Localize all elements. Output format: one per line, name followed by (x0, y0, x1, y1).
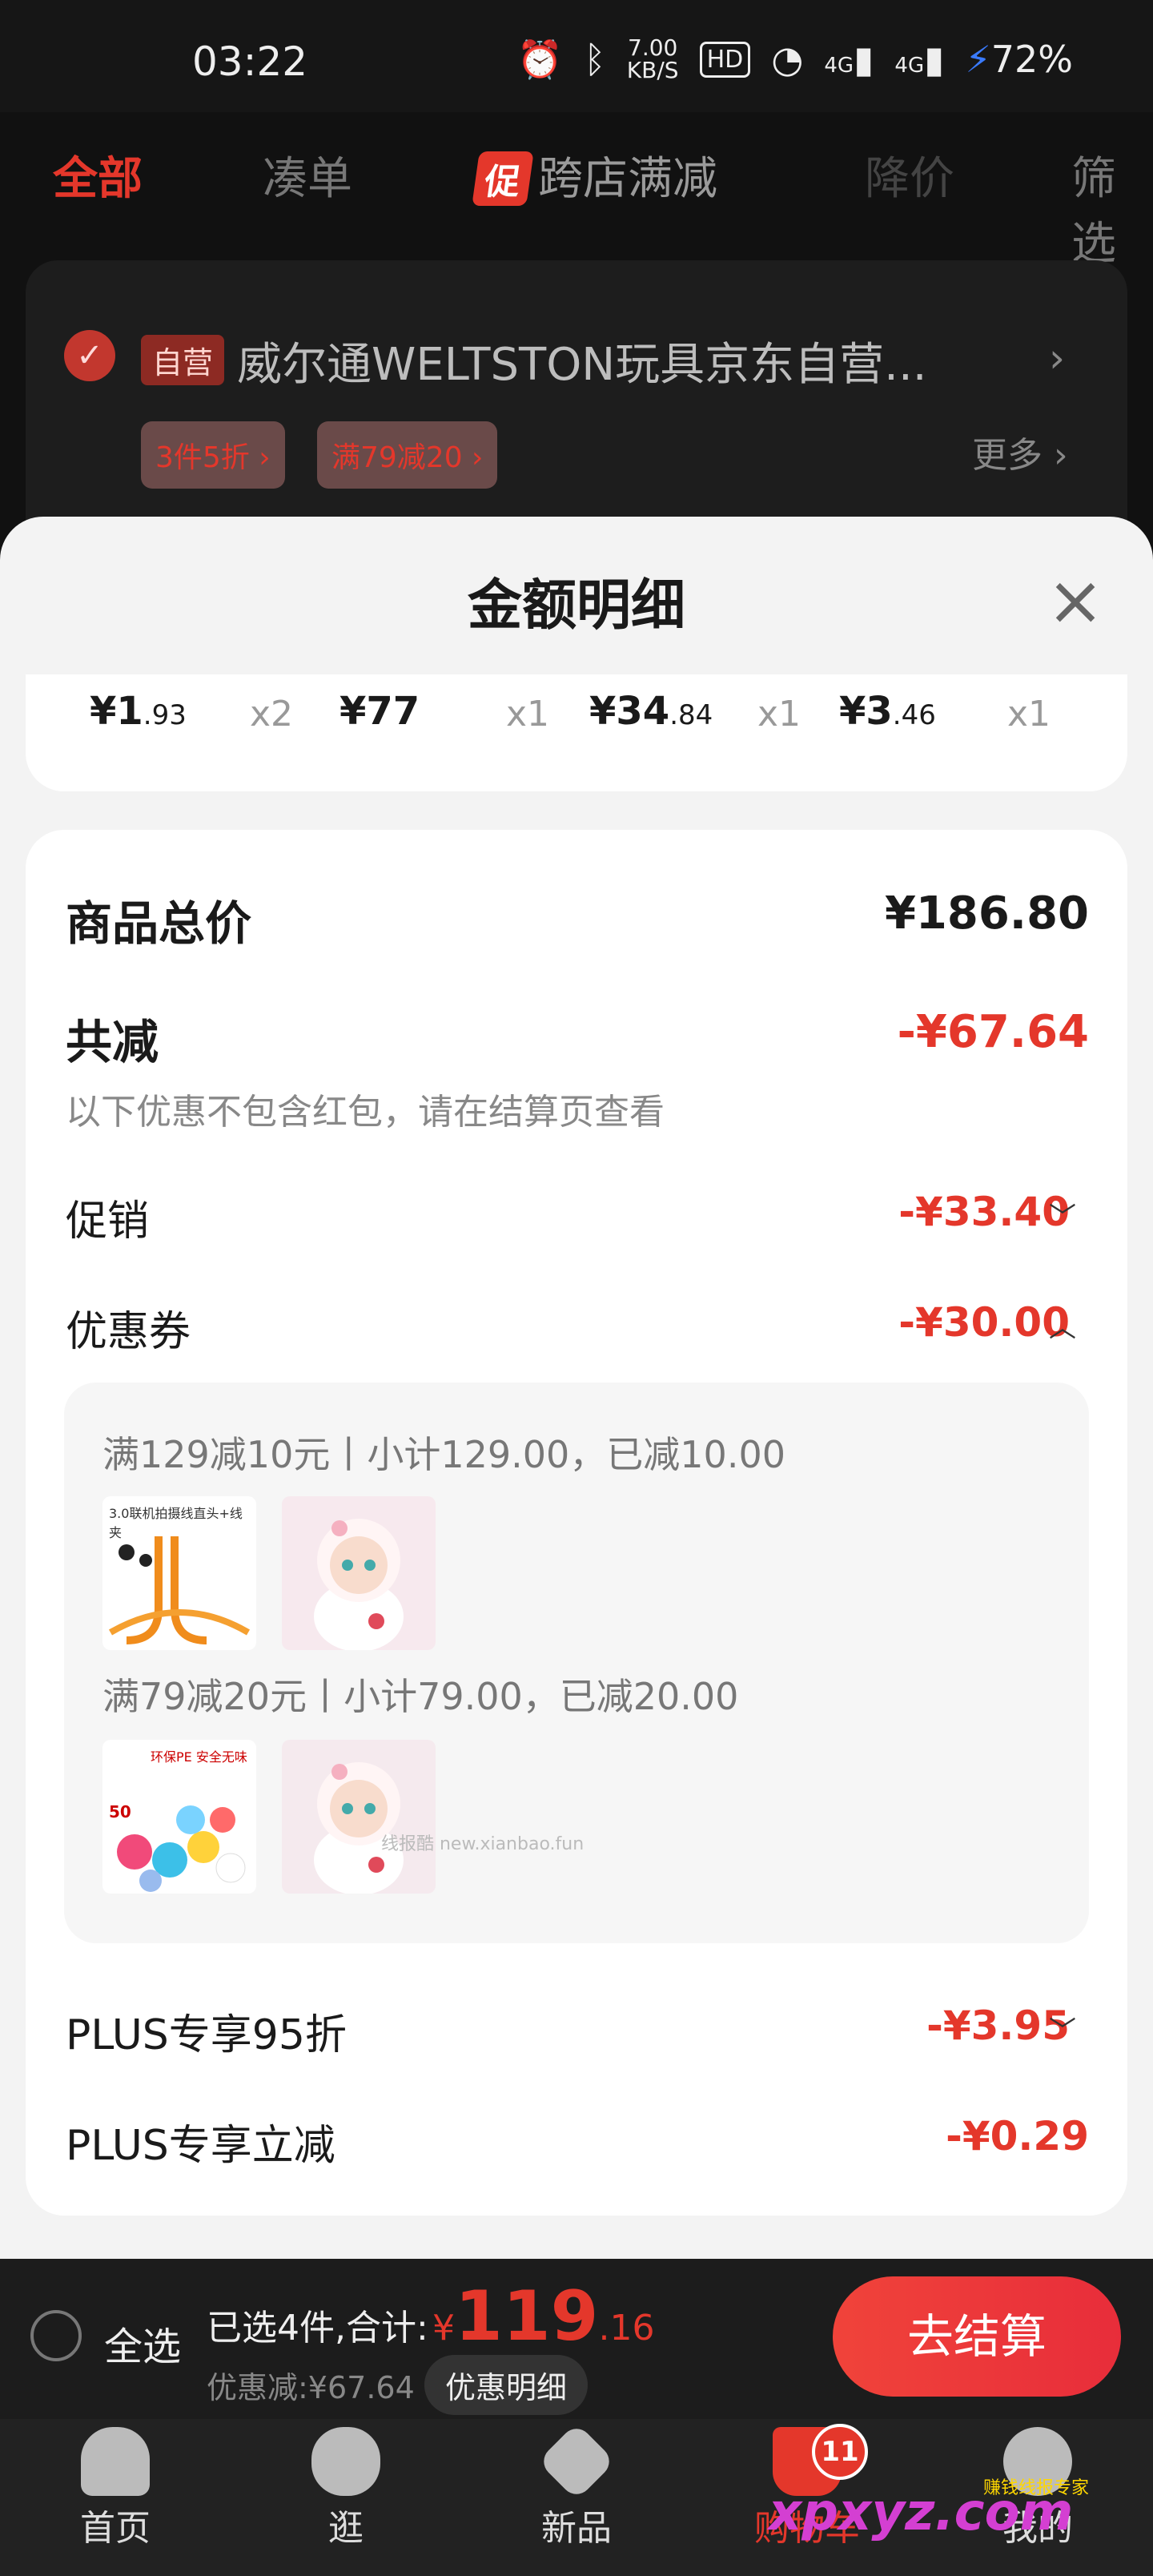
store-name[interactable]: 威尔通WELTSTON玩具京东自营... (237, 328, 1038, 393)
chevron-up-icon[interactable]: ︿ (1049, 1306, 1076, 1345)
nav-home-label: 首页 (80, 2508, 151, 2549)
reduce-note: 以下优惠不包含红包，请在结算页查看 (66, 1092, 665, 1133)
store-check-icon[interactable]: ✓ (64, 330, 115, 381)
charging-icon: ⚡ (965, 38, 991, 81)
signal-icon-1: 4G▮ (824, 38, 874, 81)
item-qty: x1 (506, 694, 550, 735)
product-thumb-figure-2[interactable] (282, 1740, 436, 1894)
self-operated-badge: 自营 (141, 335, 225, 385)
battery: ⚡72% (965, 38, 1073, 81)
item-qty: x1 (757, 694, 801, 735)
product-thumb-balls[interactable]: 环保PE 安全无味 50 (102, 1740, 256, 1894)
alarm-icon: ⏰ (516, 37, 564, 81)
filter-tabs: 全部 凑单 促跨店满减 降价 筛选 (0, 112, 1153, 270)
tab-price-drop[interactable]: 降价 (865, 143, 954, 207)
grand-total: ¥119.16 (432, 2276, 655, 2357)
cube-icon (537, 2422, 616, 2501)
nav-new[interactable]: 新品 (512, 2422, 641, 2550)
product-thumb-cable[interactable]: 3.0联机拍摄线直头+线夹 (102, 1496, 256, 1650)
nav-browse-label: 逛 (328, 2508, 364, 2549)
watermark-tag: 赚钱线报专家 (983, 2478, 1090, 2498)
chevron-down-icon[interactable]: ﹀ (1049, 2009, 1076, 2048)
coupon-line: 满79减20元丨小计79.00，已减20.00 (102, 1675, 739, 1718)
chevron-right-icon[interactable]: › (1049, 335, 1065, 381)
nav-new-label: 新品 (541, 2508, 612, 2549)
total-label: 商品总价 (66, 896, 252, 951)
coupon-label: 优惠券 (66, 1308, 191, 1356)
tab-cross-store[interactable]: 促跨店满减 (472, 143, 717, 207)
reduce-label: 共减 (66, 1015, 159, 1069)
net-speed: 7.00 KB/S (626, 34, 679, 83)
hd-icon: HD (699, 41, 751, 78)
bluetooth-icon: ᛒ (584, 38, 606, 81)
signal-icon-2: 4G▮ (894, 38, 945, 81)
selected-count: 已选4件,合计: (207, 2308, 428, 2349)
select-all-radio[interactable] (30, 2310, 82, 2361)
nav-home[interactable]: 首页 (51, 2427, 179, 2550)
tab-filter[interactable]: 筛选 (1071, 143, 1153, 272)
tab-all[interactable]: 全部 (53, 143, 143, 207)
plus-direct-value: -¥0.29 (946, 2113, 1089, 2159)
home-icon (81, 2427, 150, 2496)
total-value: ¥186.80 (884, 888, 1089, 940)
tab-coudan[interactable]: 凑单 (263, 143, 352, 207)
discount-detail-button[interactable]: 优惠明细 (424, 2355, 589, 2415)
coupon-value[interactable]: -¥30.00 (898, 1299, 1070, 1346)
coupon-line: 满129减10元丨小计129.00，已减10.00 (102, 1433, 785, 1476)
promo-value[interactable]: -¥33.40 (898, 1189, 1070, 1235)
close-icon[interactable]: × (1039, 565, 1111, 637)
tab-cross-store-label: 跨店满减 (538, 153, 717, 205)
promo-tag: 促 (472, 151, 534, 206)
browse-icon (311, 2427, 380, 2496)
item-price: ¥3.46 (839, 689, 936, 734)
status-time: 03:22 (192, 38, 308, 85)
plus-direct-label: PLUS专享立减 (66, 2122, 335, 2170)
modal-title: 金额明细 (467, 574, 685, 638)
item-price: ¥77 (339, 689, 420, 734)
chevron-down-icon[interactable]: ﹀ (1049, 1195, 1076, 1234)
status-icons: ⏰ ᛒ 7.00 KB/S HD ◔ 4G▮ 4G▮ ⚡72% (517, 37, 1073, 82)
promo-chip-reduce[interactable]: 满79减20 › (317, 421, 498, 489)
item-qty: x1 (1007, 694, 1051, 735)
more-link[interactable]: 更多 › (972, 426, 1068, 477)
item-qty: x2 (250, 694, 294, 735)
product-thumb-figure[interactable] (282, 1496, 436, 1650)
item-price: ¥1.93 (90, 689, 187, 734)
discount-note: 优惠减:¥67.64 (207, 2370, 415, 2405)
cart-badge: 11 (812, 2424, 868, 2480)
checkout-button[interactable]: 去结算 (833, 2276, 1121, 2397)
nav-browse[interactable]: 逛 (282, 2427, 410, 2550)
items-summary-card (26, 674, 1127, 791)
promo-chip-discount[interactable]: 3件5折 › (141, 421, 285, 489)
reduce-value: -¥67.64 (897, 1006, 1089, 1058)
promo-label: 促销 (66, 1197, 150, 1246)
item-price: ¥34.84 (589, 689, 713, 734)
watermark-small: 线报酷 new.xianbao.fun (381, 1834, 585, 1854)
select-all-label[interactable]: 全选 (104, 2315, 181, 2371)
plus95-label: PLUS专享95折 (66, 2011, 347, 2059)
wifi-icon: ◔ (771, 38, 804, 81)
